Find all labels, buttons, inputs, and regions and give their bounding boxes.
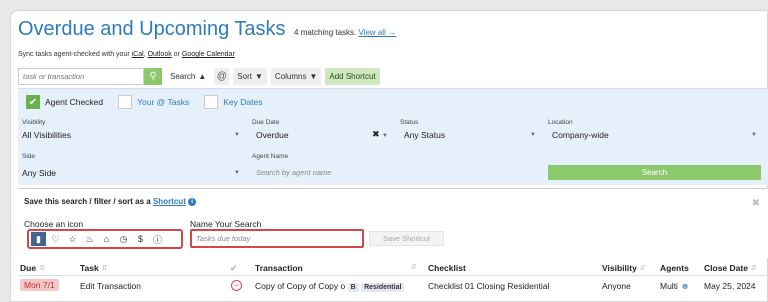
chevron-down-icon: ▼ xyxy=(751,131,757,138)
close-date-cell: May 25, 2024 xyxy=(704,281,756,291)
col-checklist[interactable]: Checklist xyxy=(428,263,466,273)
bookmark-icon[interactable]: ▮ xyxy=(31,232,46,246)
save-shortcut-panel: Save this search / filter / sort as a Sh… xyxy=(18,188,768,258)
choose-icon-label: Choose an icon xyxy=(24,219,84,229)
ical-link[interactable]: iCal xyxy=(132,51,144,58)
table-row[interactable]: Mon 7/1 Edit Transaction − Copy of Copy … xyxy=(18,278,768,296)
sort-icon: ⇵ xyxy=(411,264,417,271)
location-select[interactable]: Company-wide ▼ xyxy=(548,127,761,142)
agent-checked-checkbox[interactable]: ✔ xyxy=(26,95,40,109)
status-label: Status xyxy=(400,119,419,126)
close-icon[interactable]: ✖ xyxy=(752,198,760,209)
add-shortcut-button[interactable]: Add Shortcut xyxy=(325,68,380,85)
search-name-input[interactable]: Tasks due today xyxy=(190,229,364,248)
checkmark-icon[interactable]: ✔ xyxy=(230,263,237,274)
search-toggle-button[interactable]: Search ▲ xyxy=(166,68,211,85)
your-tasks-checkbox[interactable] xyxy=(118,95,133,109)
col-due[interactable]: Due ⇵ xyxy=(20,263,45,273)
chevron-down-icon: ▼ xyxy=(382,133,388,139)
toolbar: ⚲ Search▲ @ Sort▼ Columns▼ Add Shortcut xyxy=(18,68,380,85)
side-select[interactable]: Any Side ▼ xyxy=(22,165,244,180)
visibility-cell: Anyone xyxy=(602,281,631,291)
sort-icon: ⇵ xyxy=(639,265,646,272)
agent-checked-label: Agent Checked xyxy=(45,97,104,107)
table-header: Due ⇵ Task ⇵ ✔ Transaction ⇵ Checklist Vis… xyxy=(18,260,768,276)
chevron-down-icon: ▼ xyxy=(254,72,263,81)
icon-picker: ▮ ♡ ☆ ♨ ⌂ ◷ $ ⓘ xyxy=(27,229,183,249)
chevron-down-icon: ▼ xyxy=(234,169,240,176)
agent-name-input[interactable]: Search by agent name xyxy=(252,165,540,180)
col-close-date[interactable]: Close Date ⇵ xyxy=(704,263,757,273)
due-date-label: Due Date xyxy=(252,119,280,126)
chevron-down-icon: ▼ xyxy=(234,131,240,138)
checkmark-icon: ✔ xyxy=(28,96,38,108)
outlook-link[interactable]: Outlook xyxy=(148,51,172,58)
key-dates-checkbox[interactable] xyxy=(204,95,219,109)
col-transaction[interactable]: Transaction xyxy=(255,263,303,273)
location-label: Location xyxy=(548,119,573,126)
filter-checkboxes: ✔ Agent Checked Your @ Tasks Key Dates xyxy=(26,95,272,109)
due-badge: Mon 7/1 xyxy=(20,279,59,291)
visibility-select[interactable]: All Visibilities ▼ xyxy=(22,127,244,142)
transaction-cell[interactable]: Copy of Copy of Copy o B Residential xyxy=(255,281,405,292)
save-shortcut-button[interactable]: Save Shortcut xyxy=(369,231,444,246)
info-icon[interactable]: i xyxy=(188,197,197,206)
heart-icon[interactable]: ♡ xyxy=(48,232,63,246)
shortcut-link[interactable]: Shortcut xyxy=(153,197,186,206)
google-calendar-link[interactable]: Google Calendar xyxy=(182,51,235,58)
due-date-select[interactable]: Overdue ✖ ▼ xyxy=(252,127,392,142)
view-all-link[interactable]: View all → xyxy=(359,28,397,37)
col-visibility[interactable]: Visibility ⇵ xyxy=(602,263,646,273)
your-tasks-label: Your @ Tasks xyxy=(137,97,190,107)
visibility-label: Visibility xyxy=(22,119,46,126)
sort-icon: ⇵ xyxy=(39,265,45,272)
star-icon[interactable]: ☆ xyxy=(65,232,80,246)
sort-icon: ⇵ xyxy=(750,265,757,272)
chevron-down-icon: ▼ xyxy=(309,72,318,81)
calendar-sync-text: Sync tasks agent-checked with your iCal,… xyxy=(18,51,235,58)
sort-button[interactable]: Sort ▼ xyxy=(233,68,267,85)
search-icon[interactable]: ⚲ xyxy=(144,68,162,85)
dollar-icon[interactable]: $ xyxy=(133,232,148,246)
side-label: Side xyxy=(22,153,36,160)
page-header: Overdue and Upcoming Tasks 4 matching ta… xyxy=(18,18,396,41)
bell-icon[interactable]: ♨ xyxy=(82,232,97,246)
name-search-label: Name Your Search xyxy=(190,219,262,229)
agents-cell: Multi ☻ xyxy=(660,281,690,291)
type-tag: Residential xyxy=(361,283,405,292)
page-title: Overdue and Upcoming Tasks xyxy=(18,18,286,40)
columns-button[interactable]: Columns ▼ xyxy=(270,68,322,85)
task-name[interactable]: Edit Transaction xyxy=(80,281,141,291)
col-task[interactable]: Task ⇵ xyxy=(80,263,108,273)
home-icon[interactable]: ⌂ xyxy=(99,232,114,246)
remove-icon[interactable]: − xyxy=(231,280,242,291)
match-count: 4 matching tasks. View all → xyxy=(294,28,397,37)
buyer-tag: B xyxy=(347,283,359,292)
users-icon: ☻ xyxy=(680,281,690,291)
clock-icon[interactable]: ◷ xyxy=(116,232,131,246)
task-search-input[interactable] xyxy=(18,68,144,85)
checklist-cell: Checklist 01 Closing Residential xyxy=(428,281,550,291)
agent-name-label: Agent Name xyxy=(252,153,289,160)
mention-button[interactable]: @ xyxy=(214,68,230,85)
key-dates-label: Key Dates xyxy=(223,97,263,107)
chevron-up-icon: ▲ xyxy=(198,72,207,81)
status-select[interactable]: Any Status ▼ xyxy=(400,127,540,142)
clear-icon[interactable]: ✖ xyxy=(372,129,380,139)
col-agents[interactable]: Agents xyxy=(660,263,689,273)
chevron-down-icon: ▼ xyxy=(530,131,536,138)
filter-panel: ✔ Agent Checked Your @ Tasks Key Dates V… xyxy=(18,88,768,185)
save-title: Save this search / filter / sort as a Sh… xyxy=(24,197,197,206)
sort-icon: ⇵ xyxy=(101,265,108,272)
alert-icon[interactable]: ⓘ xyxy=(150,232,165,246)
search-button[interactable]: Search xyxy=(548,165,761,180)
